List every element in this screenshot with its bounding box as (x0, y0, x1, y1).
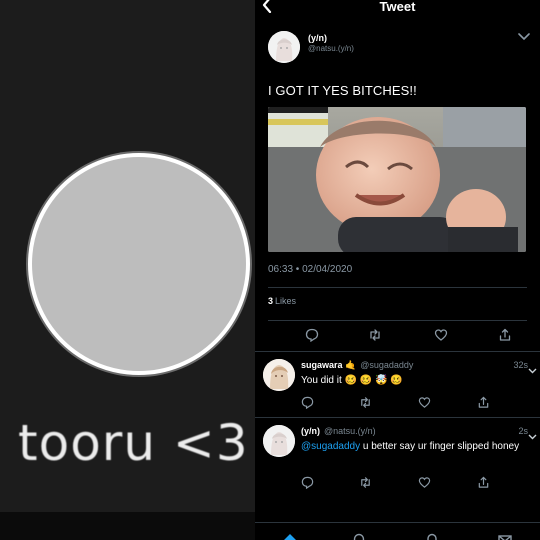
photo-image (268, 107, 526, 252)
profile-zoom-panel: tooru <3 (0, 0, 255, 540)
reply-icon (301, 476, 314, 490)
handle: @sugadaddy (360, 360, 414, 370)
tweet-screen: Tweet (y/n) @natsu.(y/n) I GOT IT YES BI… (255, 0, 540, 540)
page-title: Tweet (379, 0, 416, 14)
tweet-menu-button[interactable] (518, 33, 530, 41)
share-icon (478, 476, 489, 488)
display-name: sugawara 🤙 (301, 360, 357, 370)
tab-notifications[interactable] (425, 532, 439, 540)
profile-caption: tooru <3 (18, 414, 249, 472)
like-button[interactable] (418, 476, 434, 492)
reply-author[interactable]: sugawara 🤙 @sugadaddy (301, 360, 413, 371)
anime-avatar-icon (263, 425, 295, 457)
retweet-button[interactable] (359, 476, 375, 492)
share-button[interactable] (477, 476, 493, 492)
home-icon (284, 534, 296, 540)
like-button[interactable] (434, 328, 450, 344)
reply-author[interactable]: (y/n) @natsu.(y/n) (301, 426, 376, 436)
tweet-actions (268, 328, 527, 344)
reply-actions (301, 396, 531, 412)
divider (255, 417, 540, 418)
reply-text: You did it 🥴 🥴 🤯 🥴 (301, 375, 403, 386)
retweet-button[interactable] (368, 328, 384, 344)
avatar[interactable] (263, 425, 295, 457)
heart-icon (418, 397, 431, 408)
reply-button[interactable] (301, 396, 317, 412)
display-name: (y/n) (301, 426, 320, 436)
divider (268, 320, 527, 321)
retweet-icon (370, 329, 380, 341)
reply-actions (301, 476, 531, 492)
anime-avatar-icon (263, 359, 295, 391)
divider (268, 287, 527, 288)
reply-button[interactable] (301, 476, 317, 492)
notifications-icon (427, 533, 437, 540)
heart-icon (434, 329, 448, 341)
search-icon (353, 533, 365, 540)
share-button[interactable] (477, 396, 493, 412)
tab-messages[interactable] (498, 532, 512, 540)
tab-home[interactable] (283, 532, 297, 540)
avatar[interactable] (268, 31, 300, 63)
divider (255, 351, 540, 352)
retweet-icon (361, 477, 370, 488)
reply-button[interactable] (305, 328, 321, 344)
reply-time: 2s (518, 426, 528, 436)
tweet-text: I GOT IT YES BITCHES!! (268, 83, 417, 98)
share-icon (499, 328, 511, 341)
tab-search[interactable] (353, 532, 367, 540)
reply-icon (305, 328, 319, 343)
bottom-strip (0, 512, 255, 540)
mention-link[interactable]: @sugadaddy (301, 441, 360, 452)
bottom-tab-bar (255, 522, 540, 540)
likes-label: Likes (275, 296, 297, 306)
avatar[interactable] (263, 359, 295, 391)
reply-icon (301, 396, 314, 410)
default-avatar (28, 153, 250, 375)
messages-icon (498, 535, 512, 540)
reply-body: u better say ur finger slipped honey (360, 441, 520, 452)
display-name[interactable]: (y/n) (308, 33, 327, 43)
anime-avatar-icon (268, 31, 300, 63)
chevron-down-icon (518, 33, 530, 41)
reply-time: 32s (513, 360, 528, 370)
retweet-icon (361, 397, 370, 408)
tweet-header: (y/n) @natsu.(y/n) (268, 31, 530, 67)
handle: @natsu.(y/n) (324, 426, 376, 436)
share-icon (478, 396, 489, 408)
reply-text: @sugadaddy u better say ur finger slippe… (301, 440, 531, 453)
heart-icon (418, 477, 431, 488)
like-button[interactable] (418, 396, 434, 412)
handle[interactable]: @natsu.(y/n) (308, 44, 354, 53)
tweet-photo[interactable] (268, 107, 526, 252)
likes-number: 3 (268, 296, 274, 306)
top-bar: Tweet (255, 0, 540, 16)
retweet-button[interactable] (359, 396, 375, 412)
likes-count[interactable]: 3 Likes (268, 296, 296, 306)
tweet-timestamp: 06:33 • 02/04/2020 (268, 264, 353, 275)
share-button[interactable] (498, 328, 514, 344)
